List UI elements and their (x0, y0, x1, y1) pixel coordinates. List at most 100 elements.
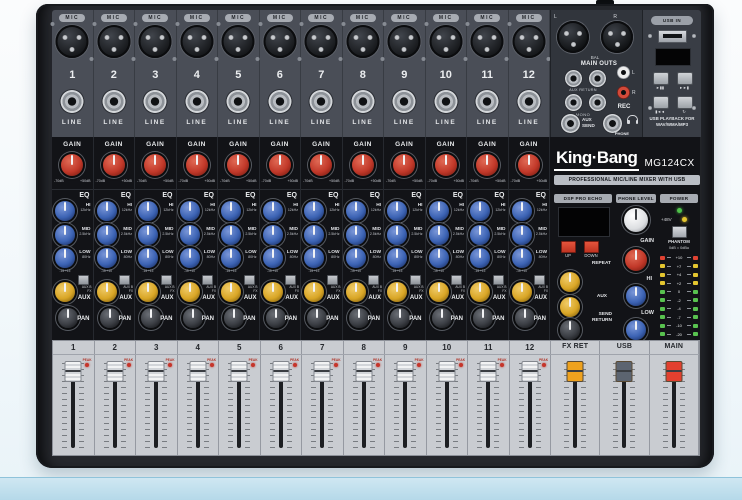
usb-port[interactable] (658, 30, 687, 43)
aux-b-fx-switch[interactable] (161, 275, 172, 285)
aux-knob[interactable] (346, 282, 366, 302)
eq-low-knob[interactable] (346, 248, 366, 268)
aux-b-fx-switch[interactable] (534, 275, 545, 285)
line-input-jack[interactable] (351, 90, 374, 113)
eq-hi-knob[interactable] (346, 201, 366, 221)
line-input-jack[interactable] (144, 90, 167, 113)
eq-hi-knob[interactable] (387, 201, 407, 221)
xlr-mic-input[interactable] (97, 25, 130, 58)
fader-cap[interactable] (665, 361, 682, 382)
pan-knob[interactable] (515, 308, 535, 328)
fader-cap[interactable] (189, 361, 206, 382)
dsp-up-button[interactable] (561, 241, 576, 253)
channel-fader[interactable] (394, 357, 416, 450)
gain-knob[interactable] (310, 154, 332, 176)
xlr-mic-input[interactable] (512, 25, 545, 58)
eq-mid-knob[interactable] (512, 225, 532, 245)
eq-low-knob[interactable] (138, 248, 158, 268)
fader-cap[interactable] (397, 361, 414, 382)
pan-knob[interactable] (266, 308, 286, 328)
aux-knob[interactable] (263, 282, 283, 302)
dsp-aux-knob[interactable] (560, 297, 580, 317)
aux-knob[interactable] (221, 282, 241, 302)
eq-hi-knob[interactable] (512, 201, 532, 221)
gain-knob[interactable] (435, 154, 457, 176)
pan-knob[interactable] (349, 308, 369, 328)
aux-b-fx-switch[interactable] (202, 275, 213, 285)
aux-knob[interactable] (97, 282, 117, 302)
eq-low-knob[interactable] (387, 248, 407, 268)
pan-knob[interactable] (141, 308, 161, 328)
aux-b-fx-switch[interactable] (451, 275, 462, 285)
line-input-jack[interactable] (227, 90, 250, 113)
gain-knob[interactable] (269, 154, 291, 176)
fader-cap[interactable] (272, 361, 289, 382)
eq-hi-knob[interactable] (470, 201, 490, 221)
fader-cap[interactable] (438, 361, 455, 382)
eq-hi-knob[interactable] (429, 201, 449, 221)
pan-knob[interactable] (307, 308, 327, 328)
gain-knob[interactable] (186, 154, 208, 176)
eq-hi-knob[interactable] (304, 201, 324, 221)
eq-mid-knob[interactable] (221, 225, 241, 245)
aux-knob[interactable] (387, 282, 407, 302)
fader-cap[interactable] (616, 361, 633, 382)
gain-knob[interactable] (518, 154, 540, 176)
repeat-knob[interactable] (560, 272, 580, 292)
line-input-jack[interactable] (517, 90, 540, 113)
phone-level-knob[interactable] (624, 208, 648, 232)
usb-gain-knob[interactable] (625, 249, 647, 271)
pan-knob[interactable] (183, 308, 203, 328)
eq-low-knob[interactable] (180, 248, 200, 268)
gain-knob[interactable] (144, 154, 166, 176)
aux-b-fx-switch[interactable] (285, 275, 296, 285)
xlr-mic-input[interactable] (346, 25, 379, 58)
play-pause-button[interactable] (653, 72, 669, 85)
fader-cap[interactable] (231, 361, 248, 382)
fader-cap[interactable] (355, 361, 372, 382)
channel-fader[interactable] (270, 357, 292, 450)
eq-low-knob[interactable] (55, 248, 75, 268)
channel-fader[interactable] (62, 357, 84, 450)
channel-fader[interactable] (519, 357, 541, 450)
channel-fader[interactable] (477, 357, 499, 450)
xlr-mic-input[interactable] (471, 25, 504, 58)
gain-knob[interactable] (227, 154, 249, 176)
pan-knob[interactable] (432, 308, 452, 328)
aux-knob[interactable] (138, 282, 158, 302)
pan-knob[interactable] (58, 308, 78, 328)
fader-cap[interactable] (106, 361, 123, 382)
channel-fader[interactable] (436, 357, 458, 450)
fader-cap[interactable] (567, 361, 584, 382)
line-input-jack[interactable] (268, 90, 291, 113)
pan-knob[interactable] (224, 308, 244, 328)
xlr-mic-input[interactable] (263, 25, 296, 58)
pan-knob[interactable] (390, 308, 410, 328)
eq-low-knob[interactable] (304, 248, 324, 268)
channel-fader[interactable] (311, 357, 333, 450)
xlr-mic-input[interactable] (222, 25, 255, 58)
fader-cap[interactable] (480, 361, 497, 382)
repeat-mode-button[interactable] (677, 96, 693, 109)
gain-knob[interactable] (393, 154, 415, 176)
eq-low-knob[interactable] (97, 248, 117, 268)
fader-cap[interactable] (521, 361, 538, 382)
eq-mid-knob[interactable] (387, 225, 407, 245)
next-track-button[interactable] (677, 72, 693, 85)
aux-send-jack[interactable] (561, 114, 580, 133)
eq-hi-knob[interactable] (221, 201, 241, 221)
eq-hi-knob[interactable] (180, 201, 200, 221)
aux-b-fx-switch[interactable] (327, 275, 338, 285)
channel-fader[interactable] (353, 357, 375, 450)
phantom-power-button[interactable] (672, 226, 687, 238)
gain-knob[interactable] (103, 154, 125, 176)
master-fader[interactable] (613, 357, 635, 450)
eq-low-knob[interactable] (221, 248, 241, 268)
xlr-mic-input[interactable] (305, 25, 338, 58)
gain-knob[interactable] (352, 154, 374, 176)
eq-mid-knob[interactable] (55, 225, 75, 245)
aux-b-fx-switch[interactable] (78, 275, 89, 285)
main-out-jack-right[interactable] (589, 70, 606, 87)
aux-knob[interactable] (304, 282, 324, 302)
fader-cap[interactable] (314, 361, 331, 382)
